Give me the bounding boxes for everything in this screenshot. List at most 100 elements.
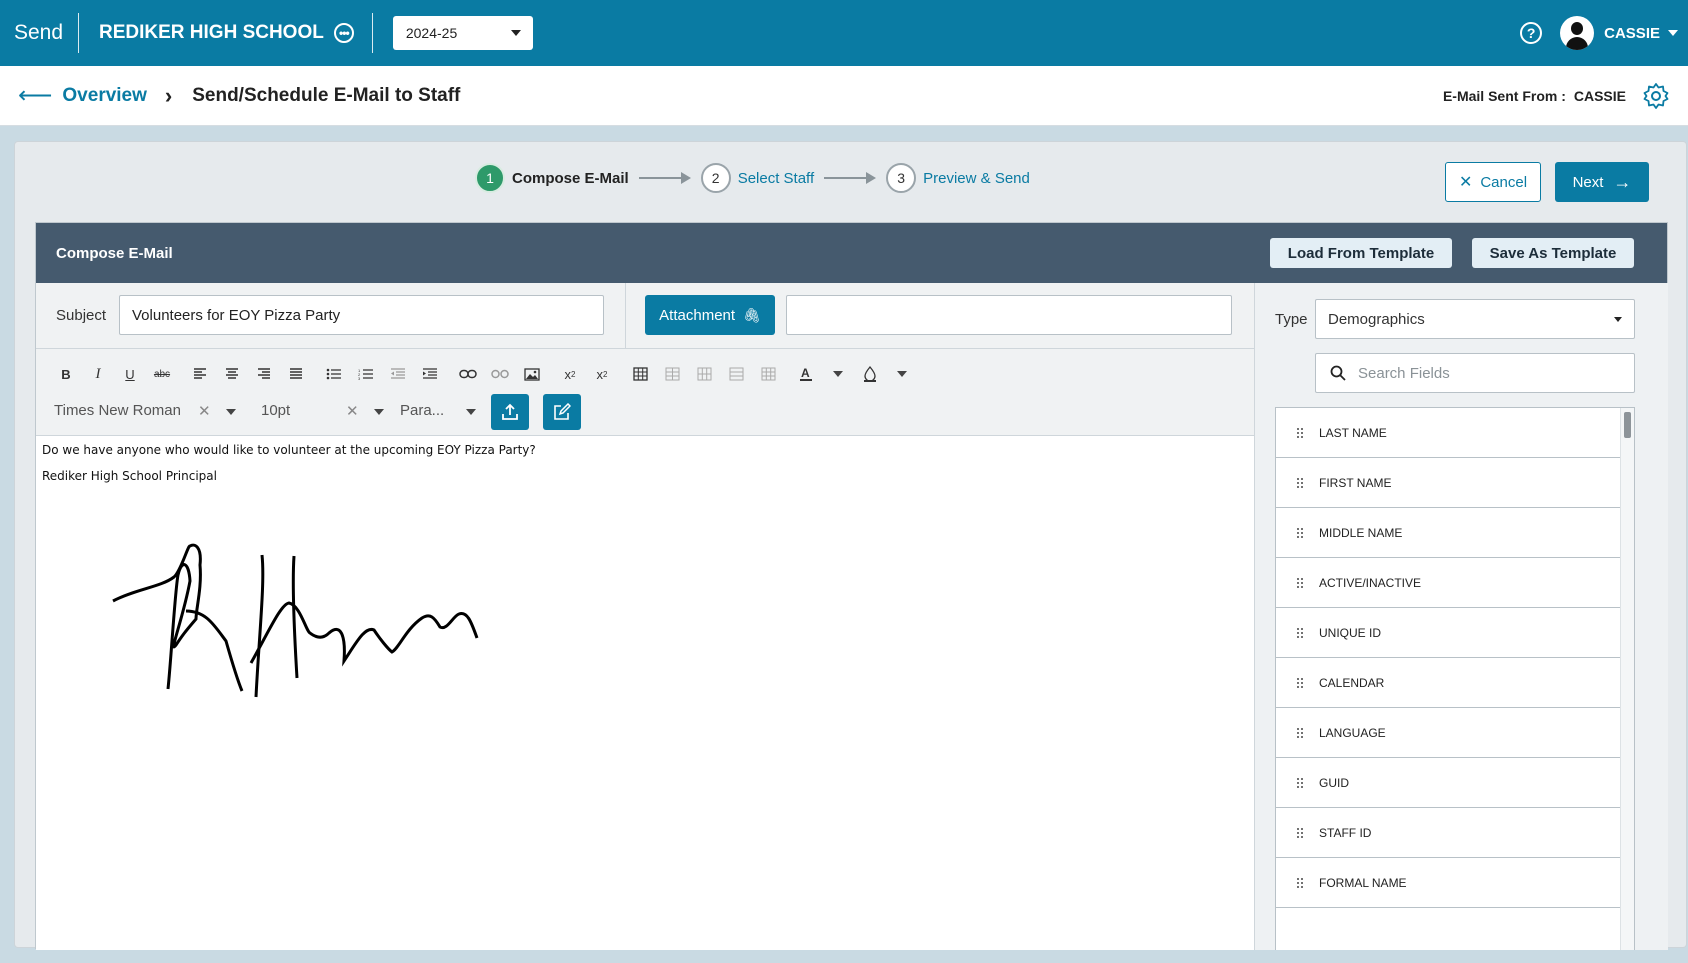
list-item[interactable]: FORMAL NAME (1276, 858, 1621, 908)
table-icon[interactable] (624, 361, 656, 387)
drag-handle-icon[interactable] (1296, 676, 1304, 689)
drag-handle-icon[interactable] (1296, 526, 1304, 539)
cancel-label: Cancel (1480, 173, 1528, 191)
scrollbar-thumb[interactable] (1624, 412, 1631, 438)
close-icon: ✕ (1458, 174, 1473, 191)
image-icon[interactable] (516, 361, 548, 387)
breadcrumb-overview-link[interactable]: Overview (62, 85, 147, 107)
step-2-label[interactable]: Select Staff (738, 170, 814, 187)
align-right-icon[interactable] (248, 361, 280, 387)
align-left-icon[interactable] (184, 361, 216, 387)
attachment-button[interactable]: Attachment 🖇 (645, 295, 775, 335)
editor-area: Subject Volunteers for EOY Pizza Party A… (36, 283, 1254, 950)
help-icon[interactable]: ? (1520, 22, 1543, 44)
strikethrough-icon[interactable]: abc (146, 361, 178, 387)
step-3-label[interactable]: Preview & Send (923, 170, 1030, 187)
bullet-list-icon[interactable] (318, 361, 350, 387)
next-button[interactable]: Next → (1555, 162, 1649, 202)
field-label: MIDDLE NAME (1319, 525, 1403, 540)
bold-icon[interactable]: B (50, 361, 82, 387)
drag-handle-icon[interactable] (1296, 726, 1304, 739)
editor-toolbar: B I U abc 1 2 3 x 2 x 2 A Times New Roma… (36, 349, 1254, 436)
subject-input[interactable]: Volunteers for EOY Pizza Party (119, 295, 604, 335)
field-label: STAFF ID (1319, 825, 1372, 840)
drag-handle-icon[interactable] (1296, 626, 1304, 639)
chevron-down-icon[interactable] (1668, 30, 1678, 36)
list-item[interactable]: CALENDAR (1276, 658, 1621, 708)
toolbar-row: Times New Roman ✕ 10pt ✕ Para... (36, 394, 736, 430)
drag-handle-icon[interactable] (1296, 576, 1304, 589)
chevron-down-icon[interactable] (374, 409, 384, 415)
list-item[interactable]: ACTIVE/INACTIVE (1276, 558, 1621, 608)
list-item[interactable]: MIDDLE NAME (1276, 508, 1621, 558)
chevron-down-icon[interactable] (226, 409, 236, 415)
gear-icon[interactable] (1642, 82, 1670, 110)
drag-handle-icon[interactable] (1296, 776, 1304, 789)
align-justify-icon[interactable] (280, 361, 312, 387)
align-center-icon[interactable] (216, 361, 248, 387)
field-label: GUID (1319, 775, 1349, 790)
font-family-select[interactable]: Times New Roman (54, 402, 181, 419)
email-body-editor[interactable]: Do we have anyone who would like to volu… (36, 436, 1254, 950)
table-column-icon[interactable] (688, 361, 720, 387)
paragraph-format-select[interactable]: Para... (400, 402, 444, 419)
list-item[interactable]: FIRST NAME (1276, 458, 1621, 508)
drag-handle-icon[interactable] (1296, 476, 1304, 489)
search-input[interactable] (1358, 364, 1598, 382)
underline-icon[interactable]: U (114, 361, 146, 387)
list-item[interactable]: STAFF ID (1276, 808, 1621, 858)
table-cell-icon[interactable] (720, 361, 752, 387)
font-size-select[interactable]: 10pt (261, 402, 290, 419)
fields-panel: Type Demographics LAST NAME FIRST NAME M… (1254, 283, 1668, 950)
drag-handle-icon[interactable] (1296, 426, 1304, 439)
edit-icon[interactable] (543, 394, 581, 430)
attachment-field[interactable] (786, 295, 1232, 335)
clear-icon[interactable]: ✕ (198, 402, 211, 420)
scrollbar[interactable] (1620, 408, 1634, 950)
chevron-down-icon[interactable] (822, 361, 854, 387)
italic-icon[interactable]: I (82, 361, 114, 387)
chevron-down-icon[interactable] (466, 409, 476, 415)
table-row-icon[interactable] (656, 361, 688, 387)
field-list: LAST NAME FIRST NAME MIDDLE NAME ACTIVE/… (1275, 407, 1635, 950)
year-select[interactable]: 2024-25 (392, 16, 533, 50)
numbered-list-icon[interactable]: 123 (350, 361, 382, 387)
highlight-color-icon[interactable] (854, 361, 886, 387)
next-label: Next (1572, 173, 1604, 191)
save-template-button[interactable]: Save As Template (1472, 238, 1634, 268)
type-select[interactable]: Demographics (1315, 299, 1635, 339)
subscript-icon[interactable]: x2 (554, 361, 586, 387)
search-fields[interactable] (1315, 353, 1635, 393)
body-line: Do we have anyone who would like to volu… (42, 443, 536, 457)
cancel-button[interactable]: ✕ Cancel (1445, 162, 1541, 202)
list-item[interactable]: LAST NAME (1276, 408, 1621, 458)
subject-label: Subject (56, 307, 107, 324)
step-2-number[interactable]: 2 (700, 163, 731, 193)
drag-handle-icon[interactable] (1296, 826, 1304, 839)
more-options-icon[interactable]: ••• (333, 23, 354, 43)
app-name[interactable]: Send (0, 21, 78, 45)
list-item[interactable]: GUID (1276, 758, 1621, 808)
back-arrow-icon[interactable]: ⟵ (18, 81, 52, 110)
chevron-down-icon[interactable] (886, 361, 918, 387)
list-item[interactable]: LANGUAGE (1276, 708, 1621, 758)
drag-handle-icon[interactable] (1296, 876, 1304, 889)
table-merge-icon[interactable] (752, 361, 784, 387)
upload-icon[interactable] (491, 394, 529, 430)
link-icon[interactable] (452, 361, 484, 387)
type-value: Demographics (1328, 310, 1425, 328)
superscript-icon[interactable]: x2 (586, 361, 618, 387)
list-item[interactable]: UNIQUE ID (1276, 608, 1621, 658)
text-color-icon[interactable]: A (790, 361, 822, 387)
unlink-icon[interactable] (484, 361, 516, 387)
arrow-right-icon: → (1613, 171, 1632, 192)
clear-icon[interactable]: ✕ (346, 402, 359, 420)
school-name[interactable]: REDIKER HIGH SCHOOL ••• (99, 22, 354, 44)
toolbar-row: B I U abc 1 2 3 x 2 x 2 A (50, 361, 918, 387)
step-3-number[interactable]: 3 (886, 163, 917, 193)
indent-icon[interactable] (414, 361, 446, 387)
user-name[interactable]: CASSIE (1604, 25, 1660, 42)
avatar[interactable] (1560, 16, 1595, 50)
outdent-icon[interactable] (382, 361, 414, 387)
load-template-button[interactable]: Load From Template (1270, 238, 1452, 268)
